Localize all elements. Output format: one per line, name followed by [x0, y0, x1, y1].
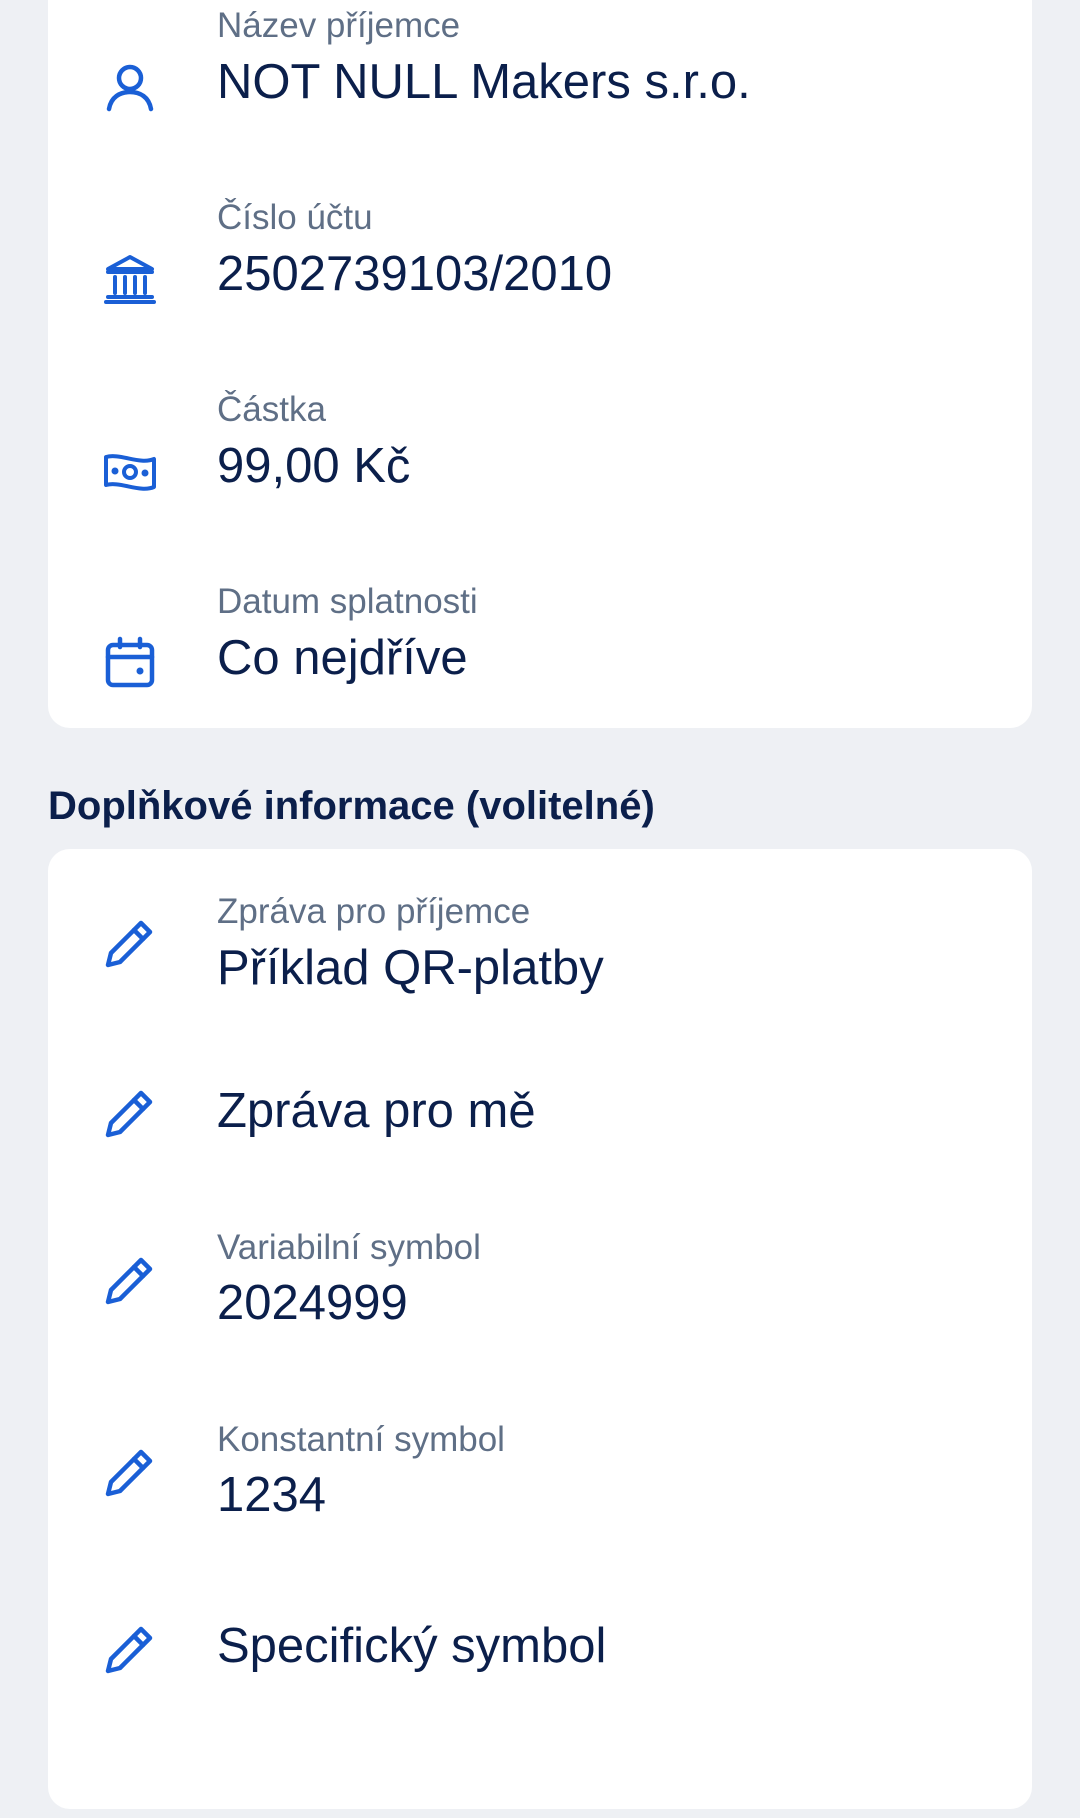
message-for-me-value: Zpráva pro mě	[217, 1084, 536, 1138]
amount-row[interactable]: Částka 99,00 Kč	[48, 354, 1032, 546]
due-date-label: Datum splatnosti	[217, 582, 478, 621]
pencil-icon	[100, 913, 160, 973]
variable-symbol-row[interactable]: Variabilní symbol 2024999	[48, 1193, 1032, 1385]
specific-symbol-row[interactable]: Specifický symbol	[48, 1577, 1032, 1769]
amount-label: Částka	[217, 390, 326, 429]
amount-value: 99,00 Kč	[217, 439, 411, 493]
bank-icon	[100, 249, 160, 309]
banknote-icon	[100, 441, 160, 501]
additional-info-card: Zpráva pro příjemce Příklad QR-platby Zp…	[48, 849, 1032, 1809]
additional-info-heading: Doplňkové informace (volitelné)	[48, 784, 655, 828]
message-for-recipient-value: Příklad QR-platby	[217, 941, 604, 995]
person-icon	[100, 57, 160, 117]
account-row[interactable]: Číslo účtu 2502739103/2010	[48, 162, 1032, 354]
due-date-row[interactable]: Datum splatnosti Co nejdříve	[48, 546, 1032, 738]
account-label: Číslo účtu	[217, 198, 373, 237]
recipient-label: Název příjemce	[217, 6, 461, 45]
pencil-icon	[100, 1083, 160, 1143]
variable-symbol-value: 2024999	[217, 1276, 408, 1330]
due-date-value: Co nejdříve	[217, 631, 468, 685]
pencil-icon	[100, 1619, 160, 1679]
calendar-icon	[100, 633, 160, 693]
constant-symbol-label: Konstantní symbol	[217, 1420, 505, 1459]
message-for-recipient-label: Zpráva pro příjemce	[217, 892, 531, 931]
specific-symbol-value: Specifický symbol	[217, 1619, 607, 1673]
account-value: 2502739103/2010	[217, 247, 613, 301]
payment-details-card: Název příjemce NOT NULL Makers s.r.o. Čí…	[48, 0, 1032, 728]
recipient-value: NOT NULL Makers s.r.o.	[217, 55, 751, 109]
pencil-icon	[100, 1442, 160, 1502]
pencil-icon	[100, 1250, 160, 1310]
recipient-row[interactable]: Název příjemce NOT NULL Makers s.r.o.	[48, 0, 1032, 162]
constant-symbol-value: 1234	[217, 1468, 327, 1522]
message-for-recipient-row[interactable]: Zpráva pro příjemce Příklad QR-platby	[48, 849, 1032, 1041]
constant-symbol-row[interactable]: Konstantní symbol 1234	[48, 1385, 1032, 1577]
variable-symbol-label: Variabilní symbol	[217, 1228, 481, 1267]
